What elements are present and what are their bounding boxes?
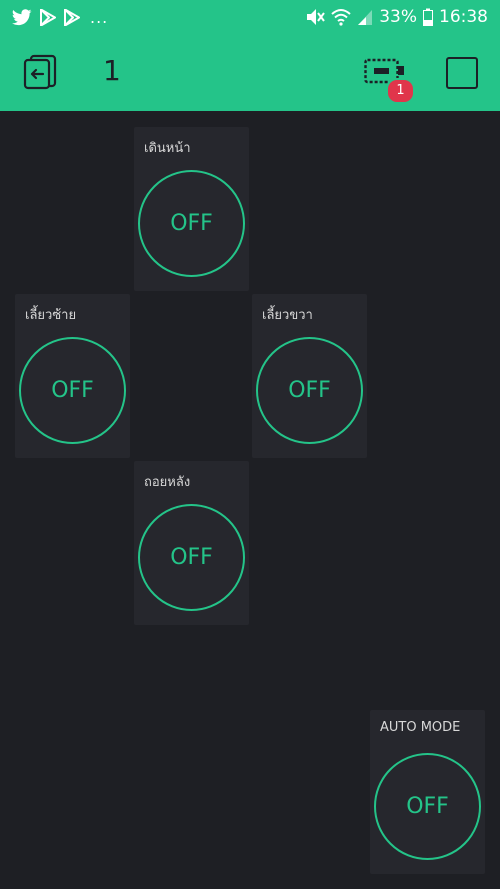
play-store-icon [64, 8, 80, 26]
exit-project-button[interactable] [22, 54, 58, 90]
widget-label: ถอยหลัง [144, 475, 191, 490]
auto-mode-button[interactable]: OFF [374, 753, 481, 860]
widget-label: เลี้ยวขวา [262, 308, 313, 323]
battery-percent: 33% [379, 7, 417, 27]
backward-button[interactable]: OFF [138, 504, 245, 611]
forward-button[interactable]: OFF [138, 170, 245, 277]
clock: 16:38 [439, 7, 488, 27]
widget-label: AUTO MODE [380, 720, 461, 735]
project-title: 1 [103, 54, 121, 87]
widget-turn-right: เลี้ยวขวา OFF [252, 294, 367, 458]
widget-label: เดินหน้า [144, 141, 191, 156]
mute-icon [307, 9, 326, 25]
notification-overflow: ... [90, 7, 109, 27]
notification-badge: 1 [386, 78, 415, 104]
exit-project-icon [23, 54, 57, 90]
play-store-icon [40, 8, 56, 26]
turn-right-button[interactable]: OFF [256, 337, 363, 444]
twitter-icon [12, 8, 32, 25]
widget-auto-mode: AUTO MODE OFF [370, 710, 485, 874]
app-header: 1 1 [0, 34, 500, 111]
system-status: 33% 16:38 [305, 0, 488, 34]
turn-left-button[interactable]: OFF [19, 337, 126, 444]
widget-backward: ถอยหลัง OFF [134, 461, 249, 625]
widget-turn-left: เลี้ยวซ้าย OFF [15, 294, 130, 458]
status-bar: ... 33% 16:38 [0, 0, 500, 34]
widget-label: เลี้ยวซ้าย [25, 308, 77, 323]
notification-icons: ... [12, 0, 108, 34]
signal-icon [358, 10, 373, 25]
wifi-icon [331, 9, 351, 26]
widget-forward: เดินหน้า OFF [134, 127, 249, 291]
stop-button[interactable] [446, 57, 478, 89]
battery-icon [423, 8, 433, 26]
